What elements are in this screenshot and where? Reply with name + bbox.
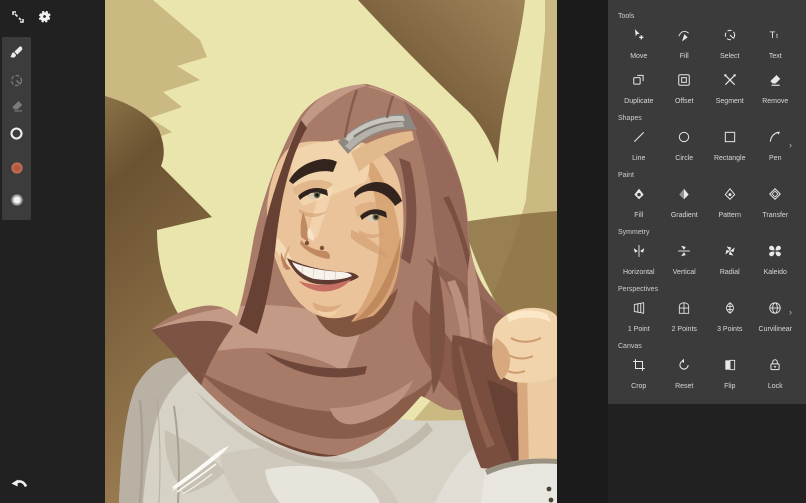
svg-text:t: t — [776, 33, 778, 40]
svg-text:T: T — [769, 30, 775, 40]
